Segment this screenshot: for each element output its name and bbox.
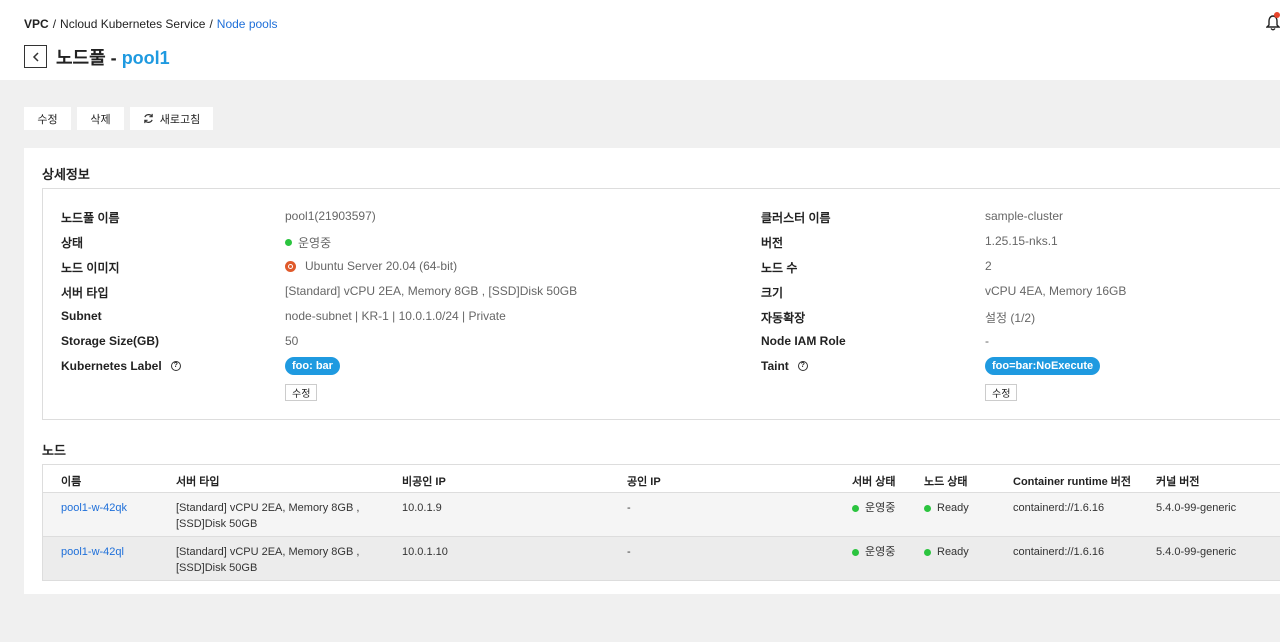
nodes-table: 이름 서버 타입 비공인 IP 공인 IP 서버 상태 노드 상태 Contai… xyxy=(42,464,1280,581)
back-button[interactable] xyxy=(24,45,47,68)
status-text: 운영중 xyxy=(298,236,332,250)
node-runtime: containerd://1.6.16 xyxy=(1013,502,1105,514)
details-title: 상세정보 xyxy=(42,167,90,182)
table-row[interactable]: pool1-w-42qk [Standard] vCPU 2EA, Memory… xyxy=(43,493,1280,537)
detail-label: 노드풀 이름 xyxy=(61,211,120,225)
detail-value-status: 운영중 xyxy=(285,234,331,251)
detail-label-taint: Taint? xyxy=(761,359,808,373)
table-row[interactable]: pool1-w-42ql [Standard] vCPU 2EA, Memory… xyxy=(43,537,1280,581)
nodes-title: 노드 xyxy=(42,443,66,458)
column-header[interactable]: Container runtime 버전 xyxy=(1013,473,1131,489)
node-status: Ready xyxy=(924,544,969,560)
node-server-type: [Standard] vCPU 2EA, Memory 8GB , [SSD]D… xyxy=(176,546,360,574)
status-dot-icon xyxy=(852,504,859,512)
detail-label-text: Kubernetes Label xyxy=(61,359,162,373)
status-dot-icon xyxy=(924,548,931,556)
node-runtime: containerd://1.6.16 xyxy=(1013,546,1105,558)
help-icon[interactable]: ? xyxy=(797,361,808,371)
server-status-text: 운영중 xyxy=(865,546,896,558)
node-status: Ready xyxy=(924,500,969,516)
node-name-link[interactable]: pool1-w-42ql xyxy=(61,544,124,560)
refresh-icon xyxy=(143,113,153,124)
delete-button[interactable]: 삭제 xyxy=(77,107,124,130)
table-header: 이름 서버 타입 비공인 IP 공인 IP 서버 상태 노드 상태 Contai… xyxy=(43,465,1280,493)
detail-label: 버전 xyxy=(761,236,784,250)
detail-value: 1.25.15-nks.1 xyxy=(985,234,1058,248)
column-header[interactable]: 비공인 IP xyxy=(402,473,446,489)
detail-label: Storage Size(GB) xyxy=(61,334,160,348)
node-public-ip: - xyxy=(627,502,631,514)
page-title-name: pool1 xyxy=(121,48,170,68)
content-panel: 상세정보 노드풀 이름 pool1(21903597) 상태 운영중 노드 이미… xyxy=(24,148,1280,594)
detail-value: [Standard] vCPU 2EA, Memory 8GB , [SSD]D… xyxy=(285,284,578,298)
breadcrumb-separator: / xyxy=(52,17,57,31)
details-box: 노드풀 이름 pool1(21903597) 상태 운영중 노드 이미지 Ubu… xyxy=(42,188,1280,420)
node-server-type: [Standard] vCPU 2EA, Memory 8GB , [SSD]D… xyxy=(176,502,360,530)
toolbar: 수정 삭제 새로고침 xyxy=(24,107,219,130)
server-status-text: 운영중 xyxy=(865,502,896,514)
detail-label: 클러스터 이름 xyxy=(761,211,831,225)
detail-label: Subnet xyxy=(61,309,102,323)
node-private-ip: 10.0.1.9 xyxy=(402,502,442,514)
node-kernel: 5.4.0-99-generic xyxy=(1156,546,1237,558)
detail-label: 노드 이미지 xyxy=(61,261,120,275)
detail-value: vCPU 4EA, Memory 16GB xyxy=(985,284,1127,298)
edit-label-button[interactable]: 수정 xyxy=(285,384,318,401)
column-header[interactable]: 커널 버전 xyxy=(1156,473,1200,489)
edit-taint-button[interactable]: 수정 xyxy=(985,384,1018,401)
detail-value: sample-cluster xyxy=(985,209,1064,223)
detail-label: 크기 xyxy=(761,286,784,300)
status-dot-icon xyxy=(285,239,292,246)
node-server-status: 운영중 xyxy=(852,544,895,560)
detail-label: 자동확장 xyxy=(761,311,806,325)
node-public-ip: - xyxy=(627,546,631,558)
detail-value: 50 xyxy=(285,334,299,348)
detail-label-kubernetes: Kubernetes Label? xyxy=(61,359,181,373)
column-header[interactable]: 이름 xyxy=(61,473,81,489)
notification-dot xyxy=(1274,12,1280,18)
detail-label: 노드 수 xyxy=(761,261,798,275)
ubuntu-icon xyxy=(285,260,296,272)
help-icon[interactable]: ? xyxy=(170,361,181,371)
breadcrumb-node-pools[interactable]: Node pools xyxy=(217,17,278,31)
image-text: Ubuntu Server 20.04 (64-bit) xyxy=(305,259,458,273)
detail-label: 서버 타입 xyxy=(61,286,109,300)
node-server-status: 운영중 xyxy=(852,500,895,516)
column-header[interactable]: 서버 타입 xyxy=(176,473,220,489)
detail-value: - xyxy=(985,334,989,348)
page-header: VPC / Ncloud Kubernetes Service / Node poo… xyxy=(0,0,1280,80)
detail-value: 설정 (1/2) xyxy=(985,311,1036,325)
detail-value: 2 xyxy=(985,259,992,273)
status-dot-icon xyxy=(924,504,931,512)
node-status-text: Ready xyxy=(937,502,969,514)
detail-label-text: Taint xyxy=(761,359,789,373)
node-private-ip: 10.0.1.10 xyxy=(402,546,448,558)
detail-value-image: Ubuntu Server 20.04 (64-bit) xyxy=(285,259,457,273)
page-title-prefix: 노드풀 - xyxy=(56,48,122,68)
detail-label: 상태 xyxy=(61,236,84,250)
node-kernel: 5.4.0-99-generic xyxy=(1156,502,1237,514)
breadcrumb-separator: / xyxy=(209,17,213,31)
node-name-link[interactable]: pool1-w-42qk xyxy=(61,500,127,516)
breadcrumb-vpc[interactable]: VPC xyxy=(24,17,49,31)
refresh-button[interactable]: 새로고침 xyxy=(130,107,213,130)
page-title: 노드풀 - pool1 xyxy=(56,44,170,70)
edit-button[interactable]: 수정 xyxy=(24,107,71,130)
column-header[interactable]: 공인 IP xyxy=(627,473,661,489)
breadcrumb-nks[interactable]: Ncloud Kubernetes Service xyxy=(60,17,205,31)
taint-tag: foo=bar:NoExecute xyxy=(985,357,1101,375)
chevron-left-icon xyxy=(32,51,39,62)
detail-value: node-subnet | KR-1 | 10.0.1.0/24 | Priva… xyxy=(285,309,506,323)
kubernetes-label-tag: foo: bar xyxy=(285,357,340,375)
column-header[interactable]: 서버 상태 xyxy=(852,473,896,489)
node-status-text: Ready xyxy=(937,546,969,558)
breadcrumb: VPC / Ncloud Kubernetes Service / Node poo… xyxy=(24,17,282,31)
refresh-label: 새로고침 xyxy=(159,113,201,126)
status-dot-icon xyxy=(852,548,859,556)
column-header[interactable]: 노드 상태 xyxy=(924,473,968,489)
detail-value: pool1(21903597) xyxy=(285,209,376,223)
detail-label: Node IAM Role xyxy=(761,334,846,348)
